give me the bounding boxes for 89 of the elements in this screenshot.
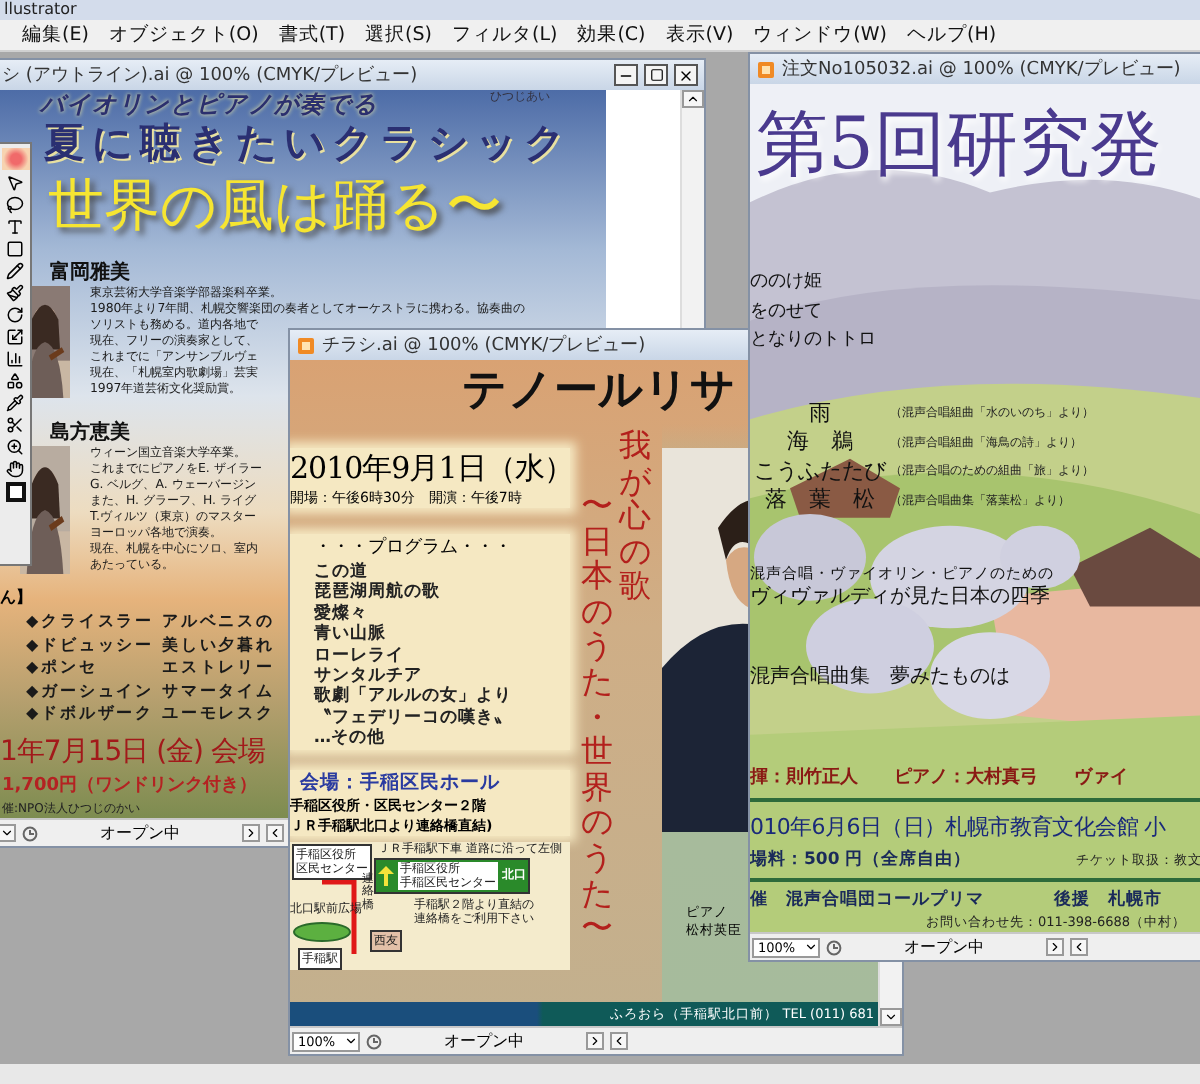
composer-name: ◆ポンセ xyxy=(26,656,98,679)
brush-icon[interactable] xyxy=(6,284,24,302)
composer-name: ◆クライスラー xyxy=(26,610,154,633)
composer-name: ◆ドビュッシー xyxy=(26,633,154,656)
menu-item[interactable]: 編集(E) xyxy=(22,22,89,48)
vertical-subtitle: 〜日本のうた・世界のうた〜 xyxy=(581,488,613,946)
flyer-theme: 世界の風は踊る〜 xyxy=(48,174,502,238)
type-icon[interactable] xyxy=(6,218,24,236)
scroll-left-button[interactable] xyxy=(610,1032,628,1050)
up-arrow-icon xyxy=(378,865,394,886)
scissors-icon[interactable] xyxy=(6,416,24,434)
rectangle-icon[interactable] xyxy=(6,240,24,258)
menu-item[interactable]: 書式(T) xyxy=(278,22,346,48)
caret-icon xyxy=(0,826,14,840)
menu-item[interactable]: 表示(V) xyxy=(665,22,734,48)
program-heading: ・・・プログラム・・・ xyxy=(314,534,512,562)
program-item: 〝フェデリーコの嘆き〟 xyxy=(314,707,512,728)
plaza-shape xyxy=(292,921,352,942)
scroll-left-button[interactable] xyxy=(266,824,284,842)
program-item: 愛燦々 xyxy=(314,603,368,624)
flyer-title: 夏に聴きたいクラシック xyxy=(44,118,572,166)
composer-name: ◆ガーシュイン xyxy=(26,679,154,702)
minimize-button[interactable] xyxy=(614,64,638,86)
scale-icon[interactable] xyxy=(6,328,24,346)
program-item: この道 xyxy=(314,562,368,582)
program-item: 歌劇「アルルの女」より xyxy=(314,686,512,707)
piece-title: エストレリー xyxy=(162,656,275,679)
performer-name: 富岡雅美 xyxy=(50,262,130,286)
piece-title: サマータイム xyxy=(162,679,275,702)
rotate-icon[interactable] xyxy=(6,306,24,324)
close-button[interactable] xyxy=(674,64,698,86)
scroll-right-button[interactable] xyxy=(1046,938,1064,956)
program-item: …その他 xyxy=(314,728,385,750)
menu-item[interactable]: オブジェクト(O) xyxy=(108,22,259,48)
program-heading: ん】 xyxy=(0,586,32,610)
eyedropper-icon[interactable] xyxy=(6,394,24,412)
flyer-subtitle: バイオリンとピアノが奏でる xyxy=(40,90,378,118)
status-text: オープン中 xyxy=(444,1030,524,1052)
zoom-icon[interactable] xyxy=(6,438,24,456)
event-date: 1年7月15日 (金) 会場 xyxy=(0,733,265,771)
clock-icon xyxy=(22,825,38,841)
close-icon xyxy=(678,67,694,83)
piece-title: ユーモレスク xyxy=(162,702,275,725)
zoom-dropdown[interactable] xyxy=(0,824,16,842)
performer-name: 島方恵美 xyxy=(50,422,130,446)
piece-title: アルベニスの xyxy=(162,610,275,633)
clock-icon xyxy=(826,939,842,955)
event-date: 2010年9月1日（水） xyxy=(290,448,573,488)
vertical-title: 我が心の歌 xyxy=(619,428,651,604)
pointer-icon[interactable] xyxy=(6,174,24,192)
menu-item[interactable]: 選択(S) xyxy=(365,22,432,48)
venue-name: 会場：手稲区民ホール xyxy=(300,769,500,796)
menu-item[interactable]: 効果(C) xyxy=(577,22,646,48)
program-item: ローレライ xyxy=(314,645,404,667)
shapes-icon[interactable] xyxy=(6,372,24,390)
bar-chart-icon[interactable] xyxy=(6,350,24,368)
clock-icon xyxy=(366,1033,382,1049)
status-text: オープン中 xyxy=(904,936,984,958)
scroll-down-button[interactable] xyxy=(880,1008,902,1026)
program-item: 青い山脈 xyxy=(314,624,386,646)
document-icon xyxy=(296,335,316,355)
scroll-up-button[interactable] xyxy=(682,90,704,108)
caret-icon xyxy=(804,940,818,954)
scroll-right-button[interactable] xyxy=(586,1032,604,1050)
scroll-right-button[interactable] xyxy=(242,824,260,842)
document-icon xyxy=(756,59,776,79)
ticket-price: 1,700円（ワンドリンク付き） xyxy=(2,773,257,797)
flyer-title: テノールリサ xyxy=(462,364,736,420)
piece-title: 美しい夕暮れ xyxy=(162,633,275,656)
swatch-icon xyxy=(1,148,29,170)
lasso-icon[interactable] xyxy=(6,196,24,214)
pencil-icon[interactable] xyxy=(6,262,24,280)
composer-name: ◆ドボルザーク xyxy=(26,702,154,725)
maximize-icon xyxy=(649,68,663,82)
fill-stroke-icon[interactable] xyxy=(5,482,25,502)
menu-item[interactable]: ウィンドウ(W) xyxy=(753,22,887,48)
program-item: サンタルチア xyxy=(314,666,422,687)
window-title: シ (アウトライン).ai @ 100% (CMYK/プレビュー) xyxy=(2,62,418,88)
window-title: 注文No105032.ai @ 100% (CMYK/プレビュー) xyxy=(782,56,1181,82)
menu-item[interactable]: ヘルプ(H) xyxy=(906,22,997,48)
window-title: チラシ.ai @ 100% (CMYK/プレビュー) xyxy=(322,332,646,358)
status-text: オープン中 xyxy=(100,822,180,844)
maximize-button[interactable] xyxy=(644,64,668,86)
program-item: 琵琶湖周航の歌 xyxy=(314,582,440,603)
caret-icon xyxy=(344,1034,358,1048)
scroll-left-button[interactable] xyxy=(1070,938,1088,956)
menu-item[interactable]: フィルタ(L) xyxy=(451,22,558,48)
app-title: llustrator xyxy=(2,0,77,20)
hand-icon[interactable] xyxy=(6,460,24,478)
